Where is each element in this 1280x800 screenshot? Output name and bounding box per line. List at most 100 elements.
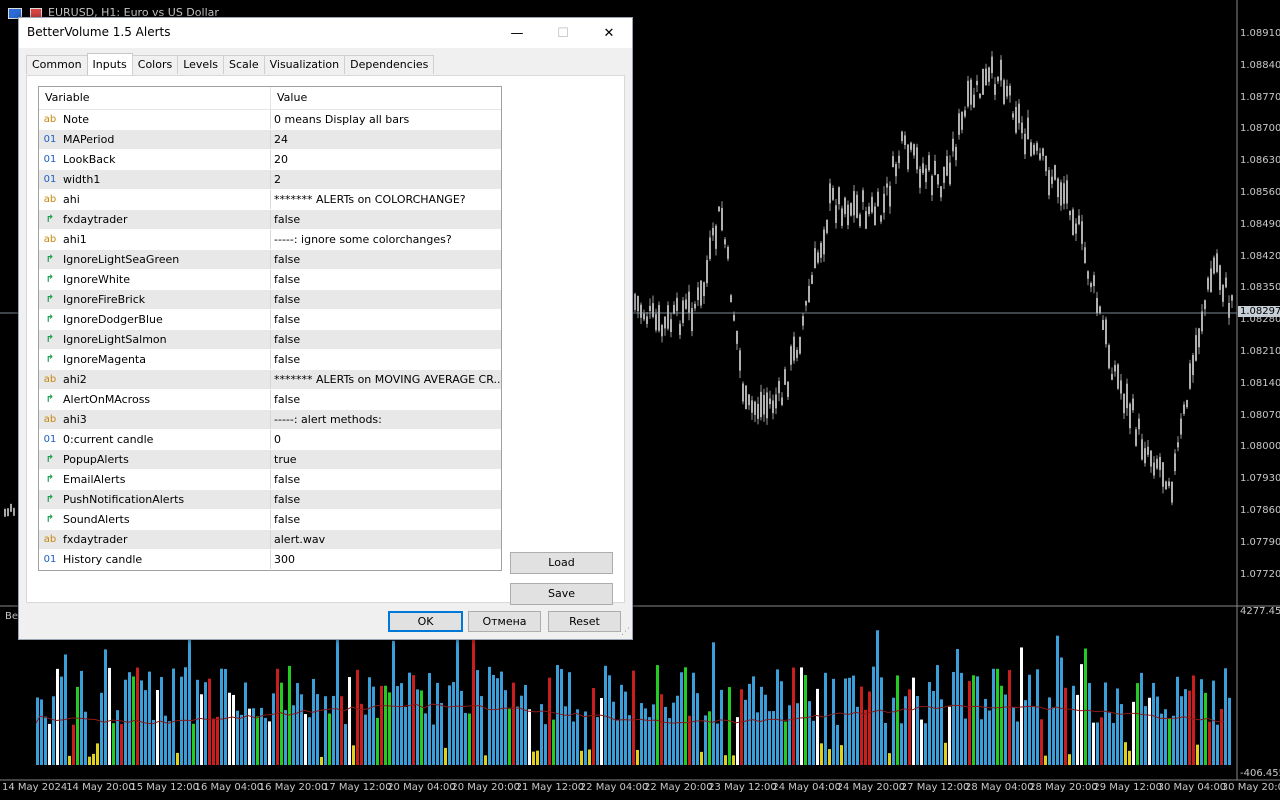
price-tick-label: 1.07790 — [1240, 536, 1280, 548]
volume-bar — [680, 672, 683, 765]
input-row[interactable]: ↱ IgnoreWhite false — [39, 270, 501, 290]
column-header-variable[interactable]: Variable — [39, 87, 271, 109]
input-variable-name: fxdaytrader — [63, 533, 128, 546]
tab-colors[interactable]: Colors — [131, 55, 179, 74]
volume-bar — [416, 689, 419, 765]
input-row[interactable]: ↱ PushNotificationAlerts false — [39, 490, 501, 510]
input-value-cell[interactable]: false — [271, 290, 501, 309]
ok-button[interactable]: OK — [388, 611, 463, 632]
volume-bar — [740, 689, 743, 765]
volume-bar — [232, 694, 235, 765]
input-row[interactable]: 01 History candle 300 — [39, 550, 501, 570]
candle-body — [1096, 297, 1098, 314]
dialog-titlebar[interactable]: BetterVolume 1.5 Alerts — ☐ ✕ — [19, 18, 632, 48]
volume-bar — [484, 755, 487, 765]
input-variable-cell: 01 width1 — [39, 170, 271, 189]
tab-inputs[interactable]: Inputs — [86, 53, 133, 75]
input-value-cell[interactable]: false — [271, 330, 501, 349]
input-row[interactable]: ↱ PopupAlerts true — [39, 450, 501, 470]
volume-bar — [1016, 721, 1019, 765]
input-row[interactable]: 01 0:current candle 0 — [39, 430, 501, 450]
input-row[interactable]: 01 LookBack 20 — [39, 150, 501, 170]
volume-bar — [440, 702, 443, 765]
volume-bar — [56, 668, 59, 765]
input-value-cell[interactable]: 300 — [271, 550, 501, 569]
input-value-cell[interactable]: ******* ALERTs on MOVING AVERAGE CR... — [271, 370, 501, 389]
candle-body — [991, 56, 993, 74]
tab-visualization[interactable]: Visualization — [263, 55, 346, 74]
volume-bar — [700, 751, 703, 765]
input-value-cell[interactable]: 24 — [271, 130, 501, 149]
input-row[interactable]: ab ahi2 ******* ALERTs on MOVING AVERAGE C… — [39, 370, 501, 390]
input-value-cell[interactable]: -----: ignore some colorchanges? — [271, 230, 501, 249]
column-header-value[interactable]: Value — [271, 87, 307, 109]
input-row[interactable]: 01 MAPeriod 24 — [39, 130, 501, 150]
input-row[interactable]: ↱ IgnoreLightSalmon false — [39, 330, 501, 350]
input-value-cell[interactable]: false — [271, 270, 501, 289]
input-row[interactable]: 01 width1 2 — [39, 170, 501, 190]
candle-body — [955, 146, 957, 161]
tab-common[interactable]: Common — [26, 55, 88, 74]
input-value-cell[interactable]: false — [271, 310, 501, 329]
candle-body — [868, 206, 870, 215]
maximize-button[interactable]: ☐ — [541, 18, 585, 48]
input-value-cell[interactable]: 20 — [271, 150, 501, 169]
candle-body — [1210, 268, 1212, 293]
input-value-cell[interactable]: false — [271, 490, 501, 509]
input-value-cell[interactable]: false — [271, 210, 501, 229]
candle-body — [1159, 456, 1161, 470]
close-button[interactable]: ✕ — [587, 18, 631, 48]
input-row[interactable]: ab Note 0 means Display all bars — [39, 110, 501, 130]
input-value-cell[interactable]: false — [271, 350, 501, 369]
time-tick-label: 22 May 20:00 — [644, 782, 713, 793]
volume-bar — [876, 630, 879, 765]
candle-body — [1195, 335, 1197, 361]
tab-dependencies[interactable]: Dependencies — [344, 55, 435, 74]
reset-button[interactable]: Reset — [548, 611, 621, 632]
volume-bar — [592, 687, 595, 765]
input-value-cell[interactable]: false — [271, 470, 501, 489]
input-row[interactable]: ab ahi ******* ALERTs on COLORCHANGE? — [39, 190, 501, 210]
input-value-cell[interactable]: 0 means Display all bars — [271, 110, 501, 129]
input-value-cell[interactable]: true — [271, 450, 501, 469]
volume-bar — [628, 715, 631, 765]
candle-body — [919, 168, 921, 188]
input-row[interactable]: ↱ IgnoreMagenta false — [39, 350, 501, 370]
volume-bar — [368, 677, 371, 765]
save-button[interactable]: Save — [510, 583, 613, 605]
candle-body — [733, 314, 735, 321]
candle-body — [1165, 481, 1167, 490]
volume-bar — [96, 743, 99, 765]
input-row[interactable]: ↱ SoundAlerts false — [39, 510, 501, 530]
input-value-cell[interactable]: -----: alert methods: — [271, 410, 501, 429]
candle-body — [1048, 170, 1050, 196]
input-row[interactable]: ↱ IgnoreLightSeaGreen false — [39, 250, 501, 270]
load-button[interactable]: Load — [510, 552, 613, 574]
input-value-cell[interactable]: false — [271, 250, 501, 269]
input-row[interactable]: ab ahi1 -----: ignore some colorchanges? — [39, 230, 501, 250]
input-variable-cell: 01 MAPeriod — [39, 130, 271, 149]
candle-body — [886, 183, 888, 188]
input-row[interactable]: ab ahi3 -----: alert methods: — [39, 410, 501, 430]
candle-body — [1171, 481, 1173, 503]
input-row[interactable]: ↱ IgnoreFireBrick false — [39, 290, 501, 310]
input-row[interactable]: ↱ IgnoreDodgerBlue false — [39, 310, 501, 330]
cancel-button[interactable]: Отмена — [468, 611, 541, 632]
volume-bar — [476, 670, 479, 765]
input-value-cell[interactable]: 0 — [271, 430, 501, 449]
tab-scale[interactable]: Scale — [223, 55, 265, 74]
minimize-button[interactable]: — — [495, 18, 539, 48]
input-row[interactable]: ab fxdaytrader alert.wav — [39, 530, 501, 550]
input-row[interactable]: ↱ AlertOnMAcross false — [39, 390, 501, 410]
input-variable-name: IgnoreLightSeaGreen — [63, 253, 180, 266]
input-value-cell[interactable]: false — [271, 510, 501, 529]
input-value-cell[interactable]: ******* ALERTs on COLORCHANGE? — [271, 190, 501, 209]
input-row[interactable]: ↱ EmailAlerts false — [39, 470, 501, 490]
input-value-cell[interactable]: 2 — [271, 170, 501, 189]
resize-grip-icon[interactable]: ⋰ — [621, 627, 630, 637]
tab-levels[interactable]: Levels — [177, 55, 224, 74]
input-value-cell[interactable]: false — [271, 390, 501, 409]
input-row[interactable]: ↱ fxdaytrader false — [39, 210, 501, 230]
input-value-cell[interactable]: alert.wav — [271, 530, 501, 549]
candle-body — [679, 323, 681, 335]
